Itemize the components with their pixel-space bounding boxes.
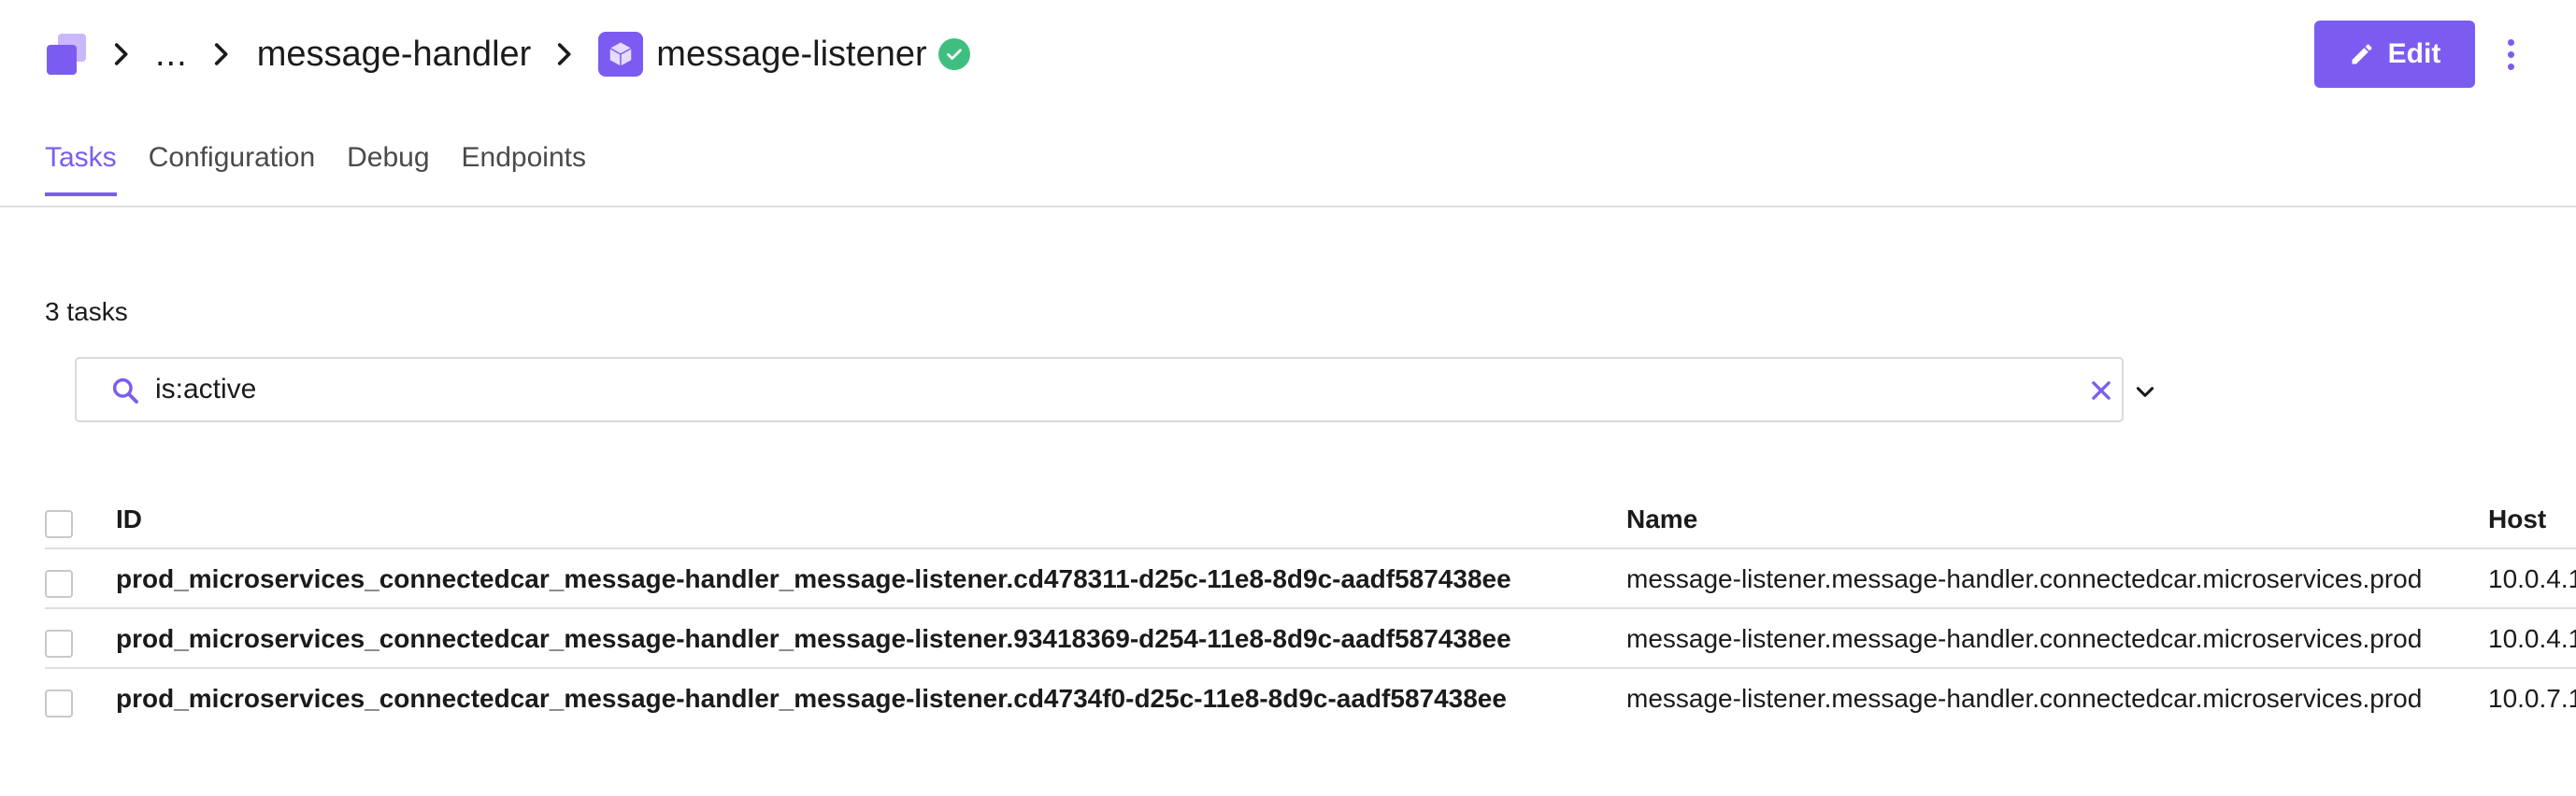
search-icon bbox=[112, 377, 138, 404]
task-id-link[interactable]: prod_microservices_connectedcar_message-… bbox=[116, 609, 1511, 669]
task-host: 10.0.7.1 bbox=[2488, 684, 2576, 713]
task-host: 10.0.4.1 bbox=[2488, 564, 2576, 593]
tab-configuration[interactable]: Configuration bbox=[149, 131, 315, 196]
filter-input[interactable]: is:active bbox=[75, 357, 2154, 422]
task-host: 10.0.4.1 bbox=[2488, 624, 2576, 653]
row-checkbox[interactable] bbox=[45, 689, 73, 718]
task-count: 3 tasks bbox=[45, 297, 128, 326]
table-header-row: ID Name Host bbox=[0, 490, 2576, 549]
column-header-name[interactable]: Name bbox=[1626, 490, 1697, 549]
edit-button-label: Edit bbox=[2387, 38, 2441, 69]
table-row[interactable]: prod_microservices_connectedcar_message-… bbox=[0, 609, 2576, 669]
chevron-right-icon bbox=[105, 38, 136, 70]
chevron-down-icon[interactable] bbox=[2133, 379, 2157, 404]
tab-endpoints[interactable]: Endpoints bbox=[462, 131, 586, 196]
tab-debug[interactable]: Debug bbox=[347, 131, 429, 196]
pencil-icon bbox=[2352, 44, 2372, 64]
tabs-divider bbox=[0, 206, 2576, 207]
task-id-link[interactable]: prod_microservices_connectedcar_message-… bbox=[116, 669, 1507, 729]
close-icon[interactable] bbox=[2088, 377, 2114, 404]
breadcrumb-ellipsis[interactable]: ... bbox=[155, 26, 188, 82]
chevron-right-icon bbox=[548, 38, 580, 70]
breadcrumb-parent[interactable]: message-handler bbox=[257, 26, 532, 82]
column-header-host[interactable]: Host bbox=[2488, 490, 2546, 549]
table-row[interactable]: prod_microservices_connectedcar_message-… bbox=[0, 549, 2576, 609]
breadcrumb: ... message-handler message-listener bbox=[105, 26, 970, 82]
app-logo-icon[interactable] bbox=[47, 34, 88, 75]
task-name: message-listener.message-handler.connect… bbox=[1626, 564, 2423, 593]
task-name: message-listener.message-handler.connect… bbox=[1626, 624, 2423, 653]
service-cube-icon bbox=[598, 32, 644, 77]
table-row[interactable]: prod_microservices_connectedcar_message-… bbox=[0, 669, 2576, 729]
edit-button[interactable]: Edit bbox=[2314, 21, 2475, 88]
filter-value[interactable]: is:active bbox=[155, 374, 256, 405]
task-name: message-listener.message-handler.connect… bbox=[1626, 684, 2423, 713]
row-checkbox[interactable] bbox=[45, 630, 73, 658]
page-header: ... message-handler message-listener Edi… bbox=[0, 0, 2576, 108]
more-vertical-icon[interactable] bbox=[2497, 32, 2524, 77]
task-id-link[interactable]: prod_microservices_connectedcar_message-… bbox=[116, 549, 1511, 609]
check-circle-icon bbox=[937, 38, 970, 70]
tab-tasks[interactable]: Tasks bbox=[45, 131, 117, 196]
column-header-id[interactable]: ID bbox=[116, 490, 142, 549]
select-all-checkbox[interactable] bbox=[45, 510, 73, 538]
row-checkbox[interactable] bbox=[45, 570, 73, 598]
tab-bar: Tasks Configuration Debug Endpoints bbox=[45, 131, 618, 207]
chevron-right-icon bbox=[205, 38, 236, 70]
page-title: message-listener bbox=[656, 35, 927, 74]
